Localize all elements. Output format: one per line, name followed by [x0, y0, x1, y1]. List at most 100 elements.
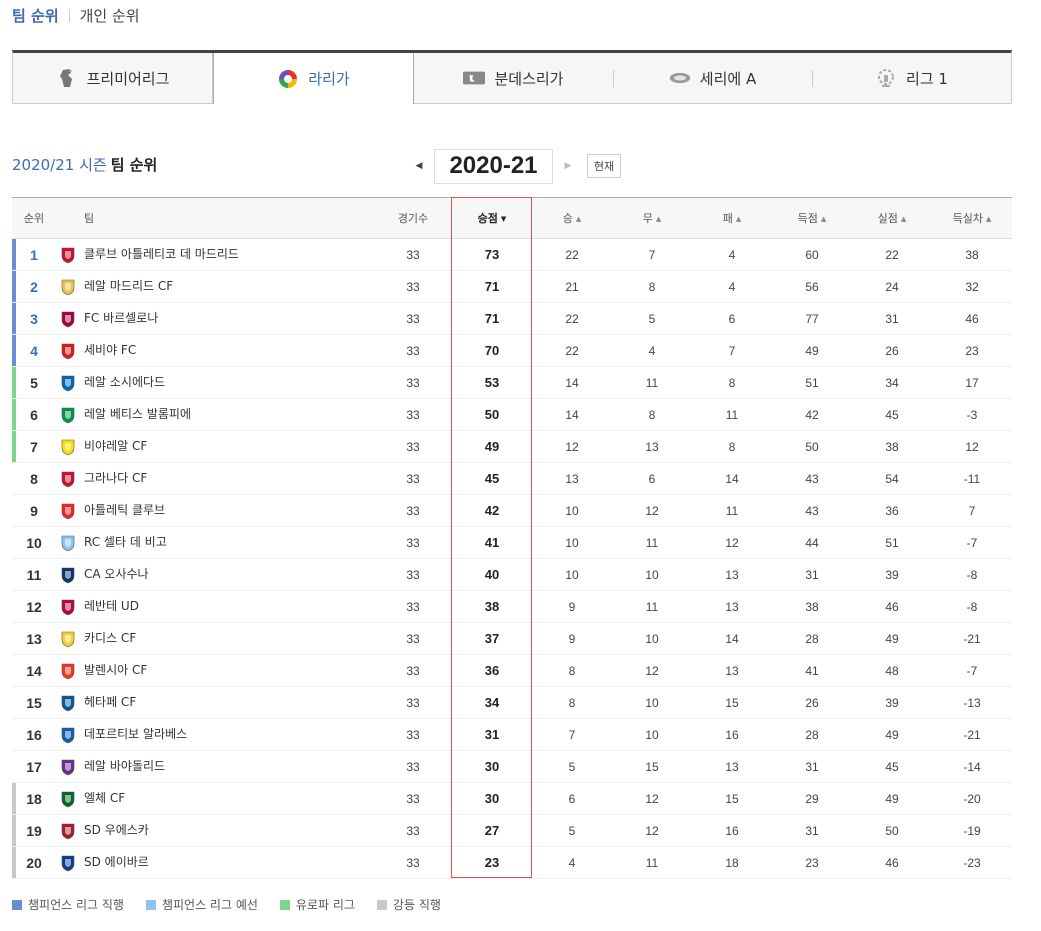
goals-for-cell: 50	[772, 430, 852, 463]
header-team-label: 팀	[84, 212, 95, 225]
team-cell: 레알 베티스 발롬피에	[56, 398, 374, 431]
table-row[interactable]: 13 카디스 CF 33 37 9 10 14 28 49 -21	[12, 622, 1012, 655]
table-row[interactable]: 12 레반테 UD 33 38 9 11 13 38 46 -8	[12, 590, 1012, 623]
team-name[interactable]: 레알 마드리드 CF	[84, 279, 173, 293]
table-row[interactable]: 19 SD 우에스카 33 27 5 12 16 31 50 -19	[12, 814, 1012, 847]
team-name[interactable]: 아틀레틱 클루브	[84, 503, 165, 517]
table-row[interactable]: 15 헤타페 CF 33 34 8 10 15 26 39 -13	[12, 686, 1012, 719]
team-name[interactable]: FC 바르셀로나	[84, 311, 158, 325]
header-played: 경기수	[374, 197, 452, 239]
table-row[interactable]: 14 발렌시아 CF 33 36 8 12 13 41 48 -7	[12, 654, 1012, 687]
team-name[interactable]: 카디스 CF	[84, 631, 136, 645]
team-name[interactable]: RC 셀타 데 비고	[84, 535, 167, 549]
team-name[interactable]: SD 에이바르	[84, 855, 149, 869]
tab-team-ranking[interactable]: 팀 순위	[12, 5, 59, 26]
table-row[interactable]: 18 엘체 CF 33 30 6 12 15 29 49 -20	[12, 782, 1012, 815]
table-row[interactable]: 4 세비야 FC 33 70 22 4 7 49 26 23	[12, 334, 1012, 367]
team-name[interactable]: 엘체 CF	[84, 791, 125, 805]
elche-crest-icon	[61, 791, 75, 808]
eibar-crest-icon	[61, 855, 75, 872]
table-row[interactable]: 3 FC 바르셀로나 33 71 22 5 6 77 31 46	[12, 302, 1012, 335]
header-goals-for-sort[interactable]: 득점 ▲	[772, 197, 852, 239]
table-row[interactable]: 7 비야레알 CF 33 49 12 13 8 50 38 12	[12, 430, 1012, 463]
table-row[interactable]: 11 CA 오사수나 33 40 10 10 13 31 39 -8	[12, 558, 1012, 591]
barcelona-crest-icon	[61, 311, 75, 328]
legend-label: 챔피언스 리그 예선	[161, 898, 258, 912]
team-name[interactable]: 레알 바야돌리드	[84, 759, 165, 773]
previous-season-arrow-icon[interactable]: ◀	[412, 159, 426, 173]
league-tab-label: 프리미어리그	[86, 69, 170, 88]
draws-cell: 12	[612, 814, 692, 847]
table-row[interactable]: 17 레알 바야돌리드 33 30 5 15 13 31 45 -14	[12, 750, 1012, 783]
team-name[interactable]: 레반테 UD	[84, 599, 139, 613]
losses-cell: 13	[692, 558, 772, 591]
team-name[interactable]: 그라나다 CF	[84, 471, 147, 485]
header-goal-diff-sort[interactable]: 득실차 ▲	[932, 197, 1012, 239]
next-season-arrow-icon[interactable]: ▶	[561, 159, 575, 173]
rank-value: 4	[30, 342, 38, 359]
team-name[interactable]: 세비야 FC	[84, 343, 136, 357]
header-points-sort[interactable]: 승점 ▼	[452, 197, 532, 239]
atletico-madrid-crest-icon	[61, 247, 75, 264]
team-name[interactable]: 데포르티보 알라베스	[84, 727, 187, 741]
league-tab-premier-league[interactable]: 프리미어리그	[13, 53, 213, 103]
table-row[interactable]: 1 클루브 아틀레티코 데 마드리드 33 73 22 7 4 60 22 38	[12, 238, 1012, 271]
goals-for-cell: 43	[772, 494, 852, 527]
table-row[interactable]: 2 레알 마드리드 CF 33 71 21 8 4 56 24 32	[12, 270, 1012, 303]
header-losses-sort[interactable]: 패 ▲	[692, 197, 772, 239]
osasuna-crest-icon	[61, 567, 75, 584]
table-row[interactable]: 10 RC 셀타 데 비고 33 41 10 11 12 44 51 -7	[12, 526, 1012, 559]
table-row[interactable]: 8 그라나다 CF 33 45 13 6 14 43 54 -11	[12, 462, 1012, 495]
header-rank: 순위	[12, 197, 56, 239]
goals-for-cell: 31	[772, 558, 852, 591]
rank-cell: 2	[12, 270, 56, 303]
table-row[interactable]: 6 레알 베티스 발롬피에 33 50 14 8 11 42 45 -3	[12, 398, 1012, 431]
rank-value: 12	[26, 598, 42, 615]
goals-against-cell: 24	[852, 270, 932, 303]
team-name[interactable]: 발렌시아 CF	[84, 663, 147, 677]
legend-label: 유로파 리그	[295, 898, 355, 912]
alaves-crest-icon	[61, 727, 75, 744]
team-name[interactable]: CA 오사수나	[84, 567, 149, 581]
league-tab-label: 리그 1	[906, 69, 948, 88]
valladolid-crest-icon	[61, 759, 75, 776]
season-selector: ◀ 2020-21 ▶ 현재	[412, 148, 621, 184]
losses-cell: 8	[692, 430, 772, 463]
sort-asc-icon: ▲	[575, 215, 582, 223]
league-tab-laliga[interactable]: 라리가	[213, 53, 414, 104]
goals-against-cell: 46	[852, 846, 932, 879]
header-wins-sort[interactable]: 승 ▲	[532, 197, 612, 239]
team-name[interactable]: 비야레알 CF	[84, 439, 147, 453]
rank-value: 18	[26, 790, 42, 807]
goal-diff-cell: -7	[932, 654, 1012, 687]
header-draws-sort[interactable]: 무 ▲	[612, 197, 692, 239]
celta-vigo-crest-icon	[61, 535, 75, 552]
table-row[interactable]: 20 SD 에이바르 33 23 4 11 18 23 46 -23	[12, 846, 1012, 879]
goals-against-cell: 22	[852, 238, 932, 271]
goals-against-cell: 26	[852, 334, 932, 367]
team-name[interactable]: 클루브 아틀레티코 데 마드리드	[84, 247, 239, 261]
league-tab-ligue-1[interactable]: 리그 1	[812, 53, 1011, 103]
header-goals-against-sort[interactable]: 실점 ▲	[852, 197, 932, 239]
wins-cell: 22	[532, 302, 612, 335]
losses-cell: 4	[692, 238, 772, 271]
league-tab-serie-a[interactable]: 세리에 A	[613, 53, 812, 103]
league-tab-bundesliga[interactable]: 분데스리가	[414, 53, 613, 103]
team-name[interactable]: 헤타페 CF	[84, 695, 136, 709]
goals-against-cell: 34	[852, 366, 932, 399]
team-name[interactable]: SD 우에스카	[84, 823, 149, 837]
current-season-button[interactable]: 현재	[587, 154, 621, 178]
goals-for-cell: 28	[772, 718, 852, 751]
goal-diff-cell: -14	[932, 750, 1012, 783]
goals-for-cell: 44	[772, 526, 852, 559]
table-row[interactable]: 9 아틀레틱 클루브 33 42 10 12 11 43 36 7	[12, 494, 1012, 527]
goals-for-cell: 31	[772, 750, 852, 783]
table-row[interactable]: 5 레알 소시에다드 33 53 14 11 8 51 34 17	[12, 366, 1012, 399]
tab-player-ranking[interactable]: 개인 순위	[80, 5, 140, 26]
team-name[interactable]: 레알 베티스 발롬피에	[84, 407, 191, 421]
losses-cell: 15	[692, 782, 772, 815]
team-name[interactable]: 레알 소시에다드	[84, 375, 165, 389]
goals-for-cell: 28	[772, 622, 852, 655]
table-row[interactable]: 16 데포르티보 알라베스 33 31 7 10 16 28 49 -21	[12, 718, 1012, 751]
rank-cell: 16	[12, 718, 56, 751]
